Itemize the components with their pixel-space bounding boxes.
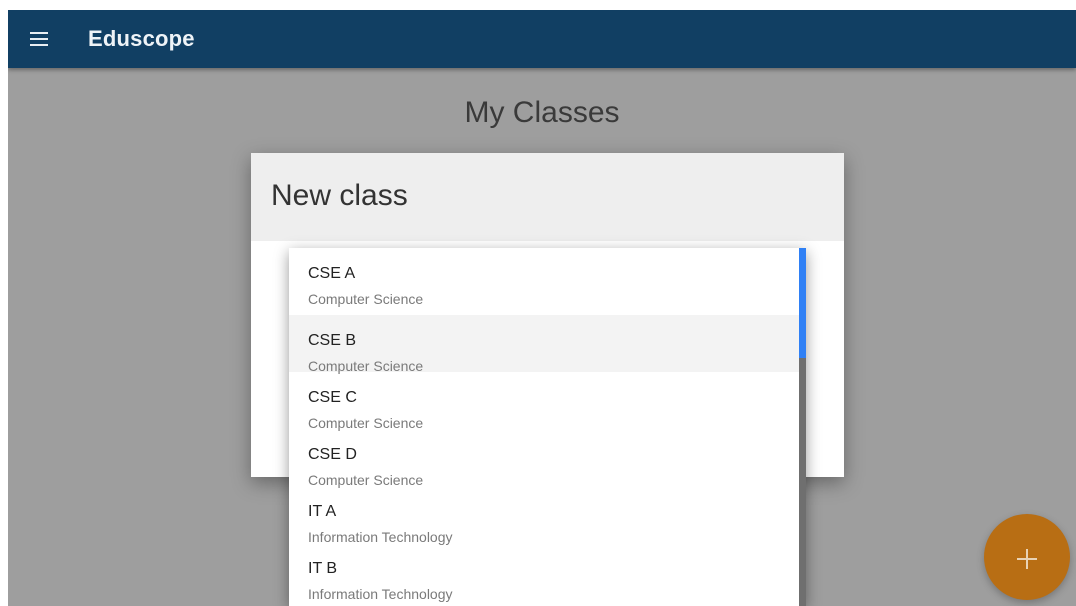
- class-option-name: CSE A: [308, 265, 356, 282]
- dialog-header: New class: [251, 153, 844, 241]
- dropdown-scrollbar[interactable]: [799, 248, 806, 606]
- app-title: Eduscope: [88, 26, 195, 51]
- hamburger-menu-icon[interactable]: [28, 29, 50, 49]
- scrollbar-thumb[interactable]: [799, 248, 806, 358]
- class-select-dropdown[interactable]: CSE A Computer Science CSE B Computer Sc…: [289, 248, 806, 606]
- class-option-department: Computer Science: [308, 291, 424, 307]
- class-option-cse-d[interactable]: CSE D Computer Science: [289, 429, 799, 488]
- app-bar: Eduscope: [8, 10, 1076, 68]
- class-option-name: CSE B: [308, 332, 357, 349]
- class-option-cse-c[interactable]: CSE C Computer Science: [289, 372, 799, 431]
- class-option-name: IT A: [308, 503, 337, 520]
- app-window: Eduscope My Classes New class CSE A Comp…: [8, 10, 1076, 606]
- class-option-it-b[interactable]: IT B Information Technology: [289, 543, 799, 602]
- dialog-title: New class: [271, 179, 408, 212]
- class-option-name: IT B: [308, 560, 338, 577]
- class-option-cse-a[interactable]: CSE A Computer Science: [289, 248, 799, 307]
- class-option-name: CSE D: [308, 446, 357, 463]
- class-option-cse-b[interactable]: CSE B Computer Science: [289, 315, 799, 374]
- page-title: My Classes: [464, 96, 620, 129]
- class-option-department: Information Technology: [308, 586, 453, 602]
- add-class-button[interactable]: [984, 514, 1070, 600]
- class-option-name: CSE C: [308, 389, 357, 406]
- class-option-it-a[interactable]: IT A Information Technology: [289, 486, 799, 545]
